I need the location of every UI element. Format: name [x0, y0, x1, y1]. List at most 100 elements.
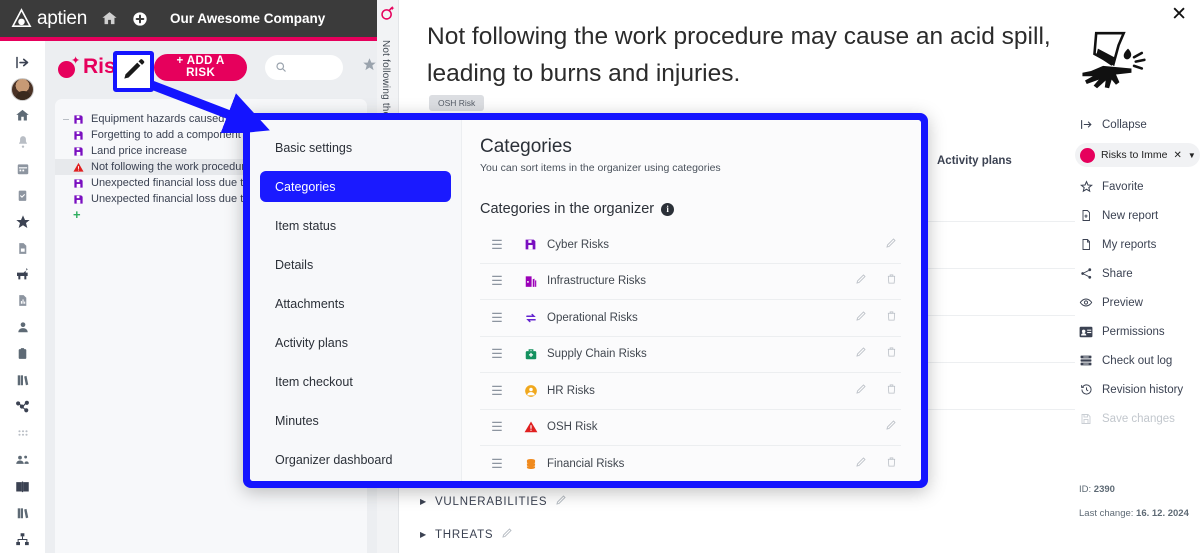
edit-organizer-highlight[interactable] — [113, 51, 154, 92]
info-icon[interactable]: i — [661, 202, 675, 216]
pencil-icon[interactable] — [885, 418, 897, 436]
grid-dots-icon[interactable] — [9, 421, 37, 446]
modal-nav-organizer-dashboard[interactable]: Organizer dashboard — [260, 444, 451, 475]
category-label: OSH Risk — [547, 421, 598, 434]
menu-label: Preview — [1102, 296, 1143, 309]
books-icon[interactable] — [9, 500, 37, 525]
drag-handle-icon[interactable]: ☰ — [480, 383, 514, 399]
category-label: Cyber Risks — [547, 238, 609, 251]
home-icon[interactable] — [9, 103, 37, 128]
user-circle-icon — [514, 384, 547, 398]
check-out-log-button[interactable]: Check out log — [1075, 346, 1200, 375]
row-actions — [855, 382, 897, 400]
star-icon — [1079, 180, 1093, 193]
trash-icon[interactable] — [886, 455, 897, 473]
table-row[interactable]: ☰ HR Risks — [480, 373, 901, 410]
drag-handle-icon[interactable]: ☰ — [480, 237, 514, 253]
pencil-icon[interactable] — [501, 527, 513, 542]
revision-history-button[interactable]: Revision history — [1075, 375, 1200, 404]
modal-nav-activity-plans[interactable]: Activity plans — [260, 327, 451, 358]
network-icon[interactable] — [9, 394, 37, 419]
brand-logo-group[interactable]: aptien — [10, 7, 87, 30]
book-open-icon[interactable] — [9, 474, 37, 499]
save-purple-icon — [73, 178, 84, 189]
save-changes-button[interactable]: Save changes — [1075, 404, 1200, 433]
preview-button[interactable]: Preview — [1075, 288, 1200, 317]
pencil-icon[interactable] — [855, 309, 867, 327]
person-icon[interactable] — [9, 315, 37, 340]
category-label: Financial Risks — [547, 457, 625, 470]
star-icon[interactable] — [9, 209, 37, 234]
close-icon[interactable]: ✕ — [1174, 150, 1182, 161]
share-button[interactable]: Share — [1075, 259, 1200, 288]
drag-handle-icon[interactable]: ☰ — [480, 273, 514, 289]
team-icon[interactable] — [9, 447, 37, 472]
user-avatar[interactable] — [9, 76, 37, 101]
last-change-label: Last change: — [1079, 508, 1134, 519]
left-icon-rail — [0, 41, 45, 553]
clipboard-icon[interactable] — [9, 341, 37, 366]
trash-icon[interactable] — [886, 309, 897, 327]
menu-label: Check out log — [1102, 354, 1173, 367]
modal-heading: Categories — [480, 136, 572, 157]
table-row[interactable]: ☰ Operational Risks — [480, 300, 901, 337]
search-input[interactable] — [265, 54, 343, 80]
books-icon[interactable] — [9, 368, 37, 393]
pencil-icon[interactable] — [885, 236, 897, 254]
modal-nav-minutes[interactable]: Minutes — [260, 405, 451, 436]
trash-icon[interactable] — [886, 345, 897, 363]
drag-handle-icon[interactable]: ☰ — [480, 346, 514, 362]
collapse-button[interactable]: Collapse — [1075, 110, 1200, 139]
pencil-icon[interactable] — [855, 345, 867, 363]
chevron-down-icon[interactable]: ▼ — [1188, 151, 1196, 160]
table-row[interactable]: ☰ Financial Risks — [480, 446, 901, 481]
favorite-button[interactable]: Favorite — [1075, 172, 1200, 201]
calendar-icon[interactable] — [9, 156, 37, 181]
drag-handle-icon[interactable]: ☰ — [480, 310, 514, 326]
clipboard-check-icon[interactable] — [9, 182, 37, 207]
table-row[interactable]: ☰ Supply Chain Risks — [480, 337, 901, 373]
modal-nav: Basic settings Categories Item status De… — [250, 120, 462, 481]
chart-icon[interactable] — [9, 288, 37, 313]
section-threats[interactable]: ▶ THREATS — [420, 527, 513, 542]
modal-nav-basic-settings[interactable]: Basic settings — [260, 132, 451, 163]
add-a-risk-button[interactable]: + ADD A RISK — [154, 53, 248, 81]
modal-nav-attachments[interactable]: Attachments — [260, 288, 451, 319]
modal-nav-details[interactable]: Details — [260, 249, 451, 280]
drag-handle-icon[interactable]: ☰ — [480, 419, 514, 435]
categories-section-title: Categories in the organizer i — [480, 201, 901, 217]
section-vulnerabilities[interactable]: ▶ VULNERABILITIES — [420, 494, 567, 509]
collapse-label: Collapse — [1102, 118, 1147, 131]
pencil-icon[interactable] — [855, 382, 867, 400]
modal-nav-categories[interactable]: Categories — [260, 171, 451, 202]
warning-red-icon — [514, 420, 547, 434]
pencil-icon[interactable] — [855, 272, 867, 290]
trash-icon[interactable] — [886, 272, 897, 290]
status-badge[interactable]: OSH Risk — [429, 95, 485, 111]
bell-icon[interactable] — [9, 129, 37, 154]
document-icon[interactable] — [9, 235, 37, 260]
close-icon[interactable]: ✕ — [1171, 5, 1187, 24]
trash-icon[interactable] — [886, 382, 897, 400]
table-row[interactable]: ☰ Cyber Risks — [480, 227, 901, 264]
company-name[interactable]: Our Awesome Company — [170, 11, 325, 26]
star-icon[interactable] — [362, 57, 377, 77]
dog-icon[interactable] — [9, 262, 37, 287]
table-row[interactable]: ☰ OSH Risk — [480, 410, 901, 446]
new-report-button[interactable]: New report — [1075, 201, 1200, 230]
home-icon[interactable] — [101, 10, 118, 27]
pencil-icon[interactable] — [555, 494, 567, 509]
modal-nav-item-checkout[interactable]: Item checkout — [260, 366, 451, 397]
bomb-icon: ✦ — [58, 55, 80, 78]
organizer-pill-label: Risks to Imme — [1101, 149, 1168, 161]
permissions-button[interactable]: Permissions — [1075, 317, 1200, 346]
drag-handle-icon[interactable]: ☰ — [480, 456, 514, 472]
plus-circle-icon[interactable] — [132, 11, 148, 27]
organizer-pill[interactable]: Risks to Imme ✕ ▼ — [1075, 143, 1200, 167]
org-chart-icon[interactable] — [9, 526, 37, 551]
table-row[interactable]: ☰ Infrastructure Risks — [480, 264, 901, 300]
my-reports-button[interactable]: My reports — [1075, 230, 1200, 259]
pencil-icon[interactable] — [855, 455, 867, 473]
modal-nav-item-status[interactable]: Item status — [260, 210, 451, 241]
expand-sidebar-icon[interactable] — [9, 50, 37, 75]
